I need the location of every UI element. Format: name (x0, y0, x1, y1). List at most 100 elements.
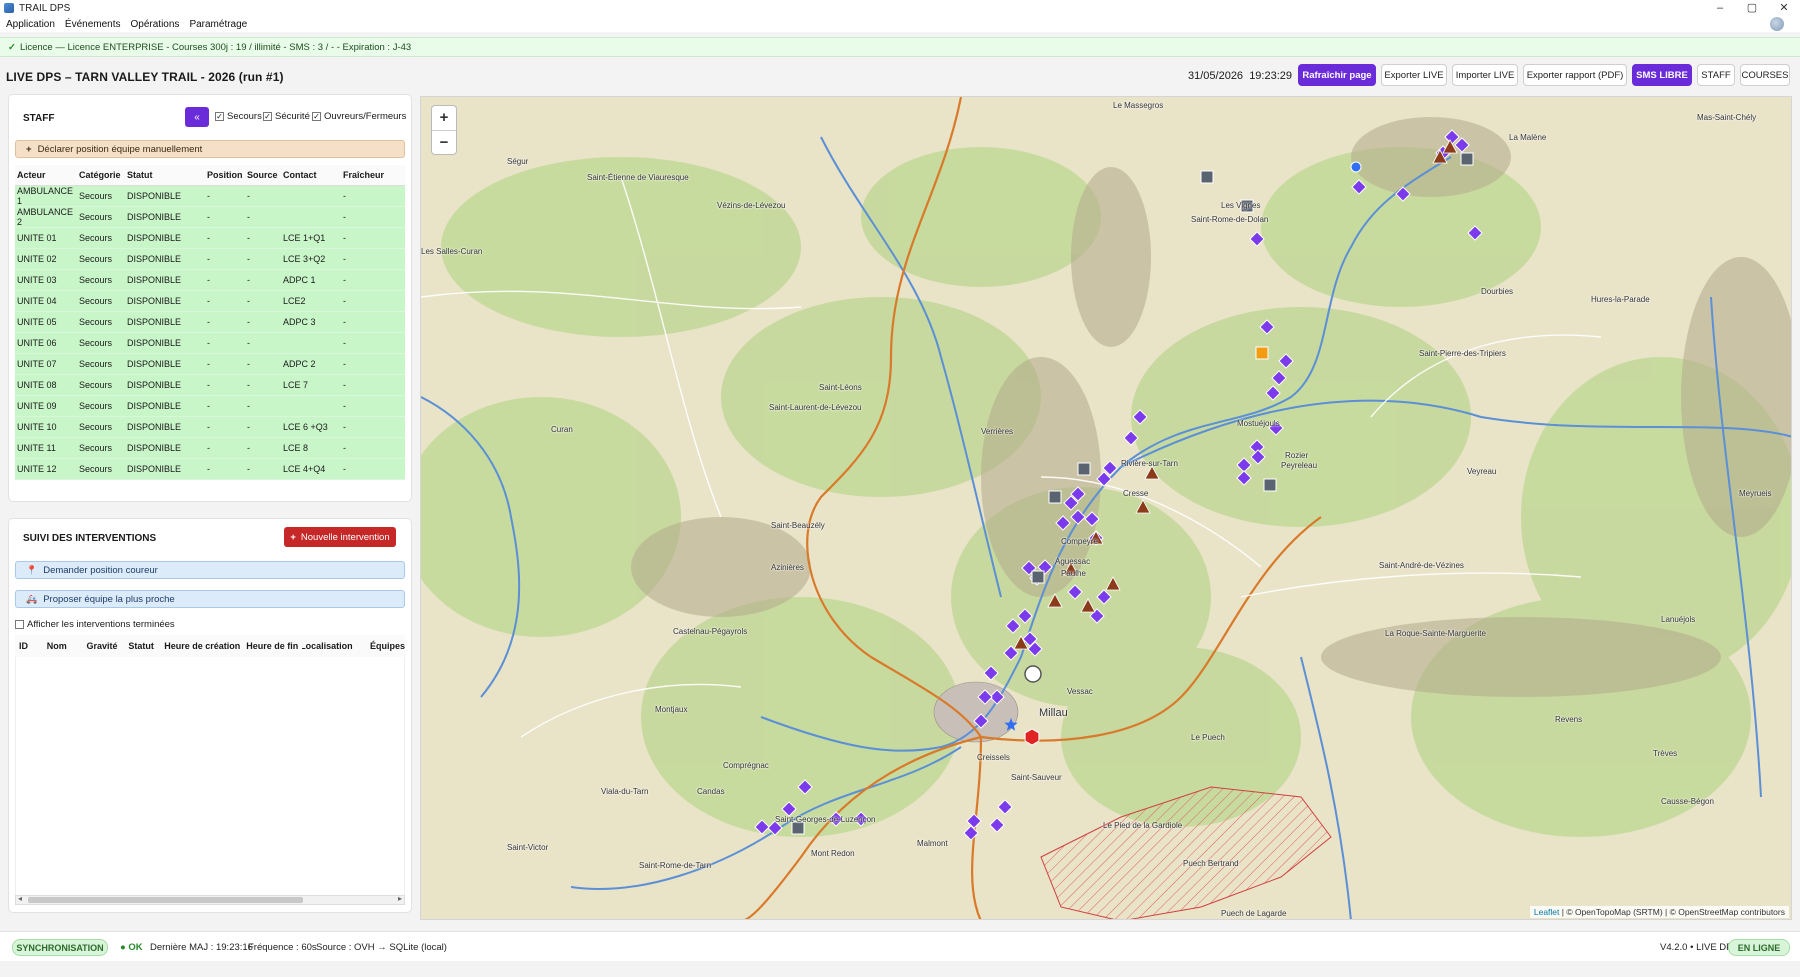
col-localisation[interactable]: Localisation (302, 635, 366, 658)
close-button[interactable]: ✕ (1768, 0, 1800, 16)
col-nom[interactable]: Nom (42, 635, 83, 658)
staff-row[interactable]: AMBULANCE 1 Secours DISPONIBLE - - - (15, 185, 405, 207)
staff-cell-statut: DISPONIBLE (125, 248, 205, 270)
staff-cell-categorie: Secours (77, 248, 125, 270)
col-fraicheur[interactable]: Fraîcheur (341, 165, 405, 186)
staff-row[interactable]: UNITE 07 Secours DISPONIBLE - - ADPC 2- (15, 353, 405, 375)
header-time: 19:23:29 (1249, 70, 1293, 82)
col-position[interactable]: Position (205, 165, 245, 186)
page-title: LIVE DPS – TARN VALLEY TRAIL - 2026 (run… (6, 70, 284, 84)
refresh-button[interactable]: Rafraîchir page (1298, 64, 1376, 86)
staff-cell-position: - (205, 269, 245, 291)
menu-parametrage[interactable]: Paramétrage (189, 19, 247, 30)
staff-row[interactable]: UNITE 10 Secours DISPONIBLE - - LCE 6 +Q3- (15, 416, 405, 438)
secours-checkbox[interactable]: ✓ (215, 112, 224, 121)
interventions-list[interactable] (15, 657, 405, 895)
show-done-toggle[interactable]: Afficher les interventions terminées (15, 619, 175, 630)
staff-row[interactable]: UNITE 06 Secours DISPONIBLE - - - (15, 332, 405, 354)
place-label: Montjaux (655, 705, 688, 714)
map-canvas[interactable] (421, 97, 1792, 920)
col-source[interactable]: Source (245, 165, 281, 186)
staff-row[interactable]: AMBULANCE 2 Secours DISPONIBLE - - - (15, 206, 405, 228)
place-label: Saint-Georges-de-Luzençon (775, 815, 876, 824)
zoom-out-button[interactable]: − (432, 131, 456, 156)
sync-badge[interactable]: SYNCHRONISATION (12, 939, 108, 956)
aid-station-marker[interactable] (1255, 346, 1269, 360)
col-statut-int[interactable]: Statut (124, 635, 161, 658)
place-label: Viala-du-Tarn (601, 787, 649, 796)
status-bar: SYNCHRONISATION ● OK Dernière MAJ : 19:2… (0, 931, 1800, 961)
post-marker[interactable] (1263, 478, 1277, 492)
staff-cell-acteur: UNITE 06 (15, 332, 77, 354)
staff-row[interactable]: UNITE 09 Secours DISPONIBLE - - - (15, 395, 405, 417)
staff-row[interactable]: UNITE 08 Secours DISPONIBLE - - LCE 7- (15, 374, 405, 396)
place-label: Saint-André-de-Vézines (1379, 561, 1464, 570)
staff-row[interactable]: UNITE 05 Secours DISPONIBLE - - ADPC 3- (15, 311, 405, 333)
col-gravite[interactable]: Gravité (82, 635, 125, 658)
courses-button[interactable]: COURSES (1740, 64, 1790, 86)
staff-row[interactable]: UNITE 01 Secours DISPONIBLE - - LCE 1+Q1- (15, 227, 405, 249)
post-marker[interactable] (1077, 462, 1091, 476)
zoom-control[interactable]: + − (431, 105, 457, 155)
staff-cell-fraicheur: - (341, 437, 405, 459)
staff-cell-source: - (245, 416, 281, 438)
filter-ouvreurs[interactable]: ✓ Ouvreurs/Fermeurs (312, 111, 406, 122)
staff-row[interactable]: UNITE 12 Secours DISPONIBLE - - LCE 4+Q4- (15, 458, 405, 480)
post-marker[interactable] (1031, 570, 1045, 584)
map-view[interactable]: + − Le Massegros La Malène Mas-Saint-Ché… (420, 96, 1792, 920)
filter-securite[interactable]: ✓ Sécurité (263, 111, 310, 122)
col-heure-fin[interactable]: Heure de fin (242, 635, 303, 658)
zoom-in-button[interactable]: + (432, 106, 456, 131)
minimize-button[interactable]: – (1704, 0, 1736, 16)
menu-operations[interactable]: Opérations (131, 19, 180, 30)
maximize-button[interactable]: ▢ (1736, 0, 1768, 16)
leaflet-link[interactable]: Leaflet (1534, 907, 1560, 917)
col-acteur[interactable]: Acteur (15, 165, 77, 186)
securite-checkbox[interactable]: ✓ (263, 112, 272, 121)
col-statut[interactable]: Statut (125, 165, 205, 186)
new-intervention-button[interactable]: + Nouvelle intervention (284, 527, 396, 547)
export-pdf-button[interactable]: Exporter rapport (PDF) (1523, 64, 1627, 86)
globe-icon[interactable] (1770, 17, 1784, 31)
scroll-thumb[interactable] (28, 897, 303, 903)
horizontal-scrollbar[interactable]: ◂ ▸ (15, 894, 405, 905)
col-heure-creation[interactable]: Heure de création (160, 635, 243, 658)
export-live-button[interactable]: Exporter LIVE (1381, 64, 1447, 86)
staff-cell-statut: DISPONIBLE (125, 437, 205, 459)
col-equipes[interactable]: Équipes (365, 635, 405, 658)
show-done-checkbox[interactable] (15, 620, 24, 629)
col-categorie[interactable]: Catégorie (77, 165, 125, 186)
staff-cell-categorie: Secours (77, 395, 125, 417)
staff-row[interactable]: UNITE 03 Secours DISPONIBLE - - ADPC 1- (15, 269, 405, 291)
scroll-left-icon[interactable]: ◂ (18, 894, 22, 903)
menu-evenements[interactable]: Événements (65, 19, 121, 30)
staff-row[interactable]: UNITE 11 Secours DISPONIBLE - - LCE 8- (15, 437, 405, 459)
declare-position-button[interactable]: + Déclarer position équipe manuellement (15, 140, 405, 158)
medical-post-icon[interactable] (1024, 665, 1042, 683)
staff-title: STAFF (23, 113, 55, 124)
place-label: La Malène (1509, 133, 1547, 142)
menu-application[interactable]: Application (6, 19, 55, 30)
finish-marker[interactable] (1024, 728, 1040, 746)
ouvreurs-checkbox[interactable]: ✓ (312, 112, 321, 121)
sms-libre-button[interactable]: SMS LIBRE (1632, 64, 1692, 86)
post-marker[interactable] (1048, 490, 1062, 504)
filter-secours[interactable]: ✓ Secours (215, 111, 262, 122)
staff-button[interactable]: STAFF (1697, 64, 1735, 86)
post-marker[interactable] (1200, 170, 1214, 184)
map-attribution: Leaflet | © OpenTopoMap (SRTM) | © OpenS… (1529, 906, 1789, 918)
col-id[interactable]: ID (15, 635, 43, 658)
staff-cell-statut: DISPONIBLE (125, 416, 205, 438)
place-label: Les Salles-Curan (421, 247, 483, 256)
request-position-button[interactable]: 📍 Demander position coureur (15, 561, 405, 579)
staff-row[interactable]: UNITE 02 Secours DISPONIBLE - - LCE 3+Q2- (15, 248, 405, 270)
scroll-right-icon[interactable]: ▸ (398, 894, 402, 903)
staff-row[interactable]: UNITE 04 Secours DISPONIBLE - - LCE2- (15, 290, 405, 312)
propose-team-button[interactable]: 🚑 Proposer équipe la plus proche (15, 590, 405, 608)
place-label: Mont Redon (811, 849, 855, 858)
position-marker[interactable] (1350, 161, 1362, 173)
import-live-button[interactable]: Importer LIVE (1452, 64, 1518, 86)
collapse-button[interactable]: « (185, 107, 209, 127)
col-contact[interactable]: Contact (281, 165, 341, 186)
post-marker[interactable] (1460, 152, 1474, 166)
